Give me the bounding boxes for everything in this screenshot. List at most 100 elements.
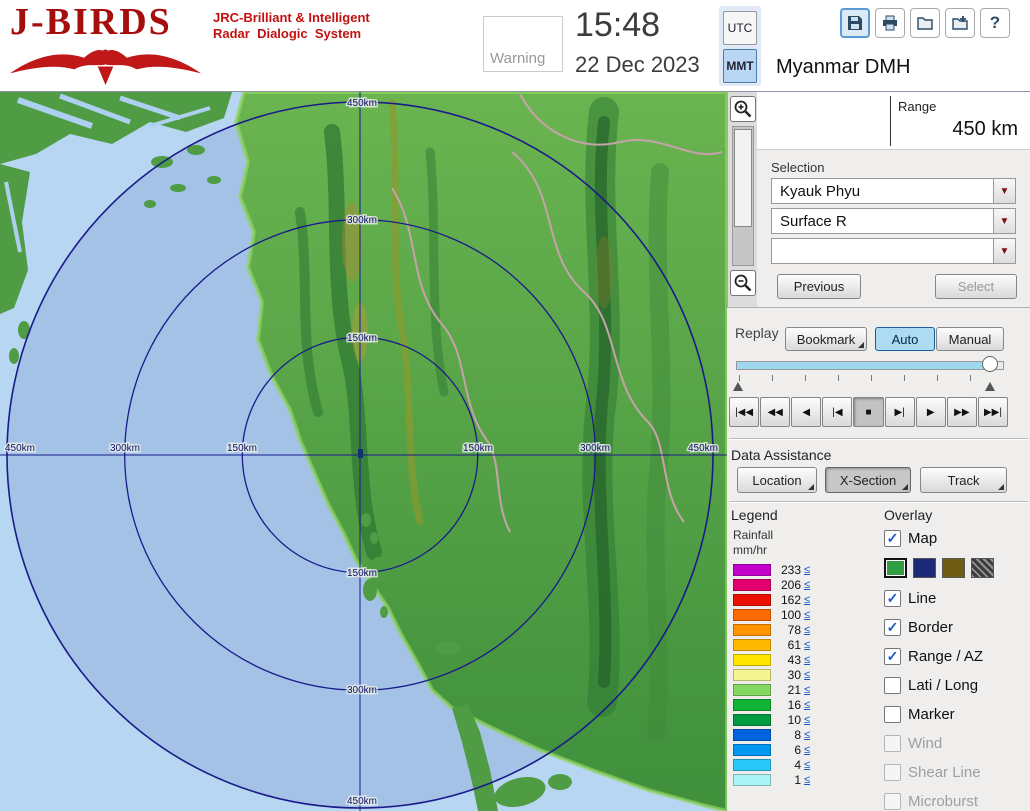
timeline-end-marker[interactable]	[985, 382, 995, 391]
open-folder-button[interactable]	[910, 8, 940, 38]
legend-le-link[interactable]: ≤	[804, 699, 810, 711]
overlay-item-line[interactable]: Line	[884, 588, 1027, 608]
checkbox-icon[interactable]	[884, 648, 901, 665]
checkbox-icon	[884, 764, 901, 781]
chevron-down-icon[interactable]: ▼	[993, 209, 1015, 233]
overlay-item-marker[interactable]: Marker	[884, 704, 1027, 724]
manual-mode-button[interactable]: Manual	[936, 327, 1004, 351]
fast-forward-button[interactable]: ▶▶	[947, 397, 977, 427]
location-button[interactable]: Location	[737, 467, 817, 493]
timezone-utc-button[interactable]: UTC	[723, 11, 757, 45]
legend-le-link[interactable]: ≤	[804, 639, 810, 651]
legend-row: 206≤	[733, 577, 878, 592]
option-select-dropdown[interactable]: ▼	[771, 238, 1016, 264]
legend-rows: 233≤ 206≤ 162≤ 100≤ 78≤ 61≤ 43≤ 30≤ 21≤ …	[733, 562, 878, 787]
help-button[interactable]: ?	[980, 8, 1010, 38]
legend-le-link[interactable]: ≤	[804, 579, 810, 591]
select-button[interactable]: Select	[935, 274, 1017, 299]
checkbox-icon[interactable]	[884, 530, 901, 547]
overlay-item-map[interactable]: Map	[884, 528, 1027, 548]
checkbox-icon[interactable]	[884, 590, 901, 607]
zoom-in-button[interactable]	[730, 96, 756, 122]
skip-to-end-button[interactable]: ▶▶|	[978, 397, 1008, 427]
replay-slider-thumb[interactable]	[982, 356, 998, 372]
legend-le-link[interactable]: ≤	[804, 669, 810, 681]
product-select-value: Surface R	[772, 213, 993, 230]
legend-color-swatch	[733, 654, 771, 666]
print-button[interactable]	[875, 8, 905, 38]
stop-button[interactable]: ■	[853, 397, 883, 427]
zoom-in-icon	[733, 99, 753, 119]
legend-color-swatch	[733, 579, 771, 591]
save-button[interactable]	[840, 8, 870, 38]
legend-le-link[interactable]: ≤	[804, 609, 810, 621]
legend-le-link[interactable]: ≤	[804, 594, 810, 606]
legend-unit-line1: Rainfall	[733, 528, 878, 543]
chevron-down-icon[interactable]: ▼	[993, 239, 1015, 263]
play-reverse-button[interactable]: ◀	[791, 397, 821, 427]
map-style-swatch-navy[interactable]	[913, 558, 936, 578]
range-ring-label: 150km	[227, 443, 257, 454]
radar-map-area[interactable]: 450km 300km 150km 150km 300km 450km 450k…	[0, 92, 727, 811]
timeline-ticks	[739, 375, 1001, 381]
fast-rewind-button[interactable]: ◀◀	[760, 397, 790, 427]
legend-row: 233≤	[733, 562, 878, 577]
legend-le-link[interactable]: ≤	[804, 759, 810, 771]
overlay-item-label: Lati / Long	[908, 677, 978, 694]
map-style-swatch-olive[interactable]	[942, 558, 965, 578]
radar-map[interactable]: 450km 300km 150km 150km 300km 450km 450k…	[0, 92, 727, 811]
range-value: 450 km	[952, 118, 1018, 141]
legend-le-link[interactable]: ≤	[804, 729, 810, 741]
checkbox-icon	[884, 793, 901, 810]
legend-le-link[interactable]: ≤	[804, 774, 810, 786]
legend-row: 4≤	[733, 757, 878, 772]
chevron-down-icon[interactable]: ▼	[993, 179, 1015, 203]
legend-value: 21	[775, 683, 801, 697]
legend-value: 6	[775, 743, 801, 757]
range-ring-label: 450km	[688, 443, 718, 454]
timezone-mmt-button[interactable]: MMT	[723, 49, 757, 83]
legend-le-link[interactable]: ≤	[804, 684, 810, 696]
legend-color-swatch	[733, 714, 771, 726]
map-scrollbar[interactable]	[732, 126, 754, 266]
overlay-item-border[interactable]: Border	[884, 617, 1027, 637]
track-button[interactable]: Track	[920, 467, 1007, 493]
map-style-swatch-gray[interactable]	[971, 558, 994, 578]
range-ring-label: 150km	[347, 568, 377, 579]
map-style-swatch-green[interactable]	[884, 558, 907, 578]
legend-le-link[interactable]: ≤	[804, 564, 810, 576]
previous-button[interactable]: Previous	[777, 274, 861, 299]
import-image-button[interactable]	[945, 8, 975, 38]
play-button[interactable]: ▶	[916, 397, 946, 427]
legend-color-swatch	[733, 729, 771, 741]
timeline-start-marker[interactable]	[733, 382, 743, 391]
legend-le-link[interactable]: ≤	[804, 714, 810, 726]
auto-mode-button[interactable]: Auto	[875, 327, 935, 351]
legend-le-link[interactable]: ≤	[804, 744, 810, 756]
checkbox-icon[interactable]	[884, 619, 901, 636]
overlay-item-range-az[interactable]: Range / AZ	[884, 646, 1027, 666]
x-section-button[interactable]: X-Section	[825, 467, 911, 493]
skip-to-start-button[interactable]: |◀◀	[729, 397, 759, 427]
divider	[729, 501, 1028, 503]
menu-corner-icon	[902, 484, 908, 490]
overlay-item-label: Map	[908, 530, 937, 547]
map-scrollbar-thumb[interactable]	[734, 129, 752, 227]
legend-color-swatch	[733, 774, 771, 786]
legend-le-link[interactable]: ≤	[804, 624, 810, 636]
step-back-button[interactable]: |◀	[822, 397, 852, 427]
product-select-dropdown[interactable]: Surface R ▼	[771, 208, 1016, 234]
replay-timeline-slider[interactable]	[736, 361, 1004, 370]
zoom-out-button[interactable]	[730, 270, 756, 296]
legend-color-swatch	[733, 759, 771, 771]
checkbox-icon[interactable]	[884, 677, 901, 694]
track-button-label: Track	[947, 473, 979, 488]
legend-le-link[interactable]: ≤	[804, 654, 810, 666]
bookmark-button[interactable]: Bookmark	[785, 327, 867, 351]
overlay-item-lati-long[interactable]: Lati / Long	[884, 675, 1027, 695]
checkbox-icon[interactable]	[884, 706, 901, 723]
step-forward-button[interactable]: ▶|	[885, 397, 915, 427]
range-ring-label: 300km	[347, 685, 377, 696]
site-select-dropdown[interactable]: Kyauk Phyu ▼	[771, 178, 1016, 204]
range-ring-label: 450km	[347, 98, 377, 109]
